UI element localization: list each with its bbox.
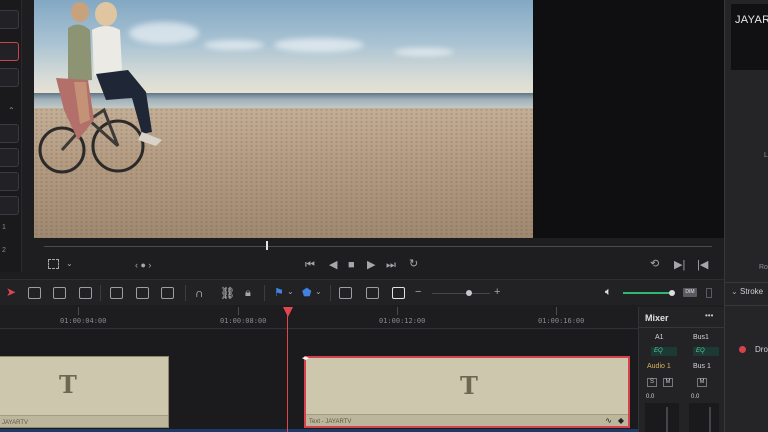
- scrubber-playhead[interactable]: [266, 241, 268, 250]
- keyframe-dot-icon[interactable]: [739, 346, 746, 353]
- timecode-label: 01:00:16:00: [538, 317, 585, 325]
- inspector-l-label: L: [764, 152, 768, 159]
- strip-button-active[interactable]: [0, 42, 19, 61]
- zoom-out-icon[interactable]: −: [415, 286, 421, 298]
- scrubber-track[interactable]: [44, 246, 712, 247]
- zoom-slider-handle[interactable]: [466, 290, 472, 296]
- speaker-icon[interactable]: 🔈︎: [605, 286, 612, 298]
- drop-shadow-label: Dro: [755, 345, 768, 354]
- skip-start-icon[interactable]: ⏮: [305, 259, 315, 271]
- linked-selection-icon[interactable]: ⛓: [220, 287, 235, 299]
- strip-button[interactable]: [0, 172, 19, 191]
- timecode-label: 01:00:12:00: [379, 317, 426, 325]
- cyclists-figure: [38, 2, 162, 174]
- eq-button-bus1[interactable]: EQ: [693, 347, 719, 356]
- solo-button[interactable]: S: [647, 378, 657, 387]
- viewer-layout-icon[interactable]: [48, 259, 59, 269]
- strip-button[interactable]: [0, 10, 19, 29]
- mute-button-bus1[interactable]: M: [697, 378, 707, 387]
- marker-chevron-icon[interactable]: ⌄: [315, 286, 322, 298]
- collapse-up-icon[interactable]: ⌃: [8, 106, 15, 115]
- fader-bus1[interactable]: [689, 403, 719, 432]
- text-clip-icon: T: [59, 370, 77, 399]
- lock-icon[interactable]: 🔒︎: [245, 287, 251, 299]
- reverse-icon[interactable]: ◀: [329, 259, 337, 271]
- timeline-tracks[interactable]: T JAYARTV T Text - JAYARTV ∿ ◆ ◂▸: [0, 330, 638, 432]
- selection-arrow-icon[interactable]: ➤: [6, 286, 16, 298]
- replace-clip-icon[interactable]: [161, 287, 174, 299]
- skip-end-icon[interactable]: ⏭: [386, 259, 396, 271]
- next-edit-icon[interactable]: ▶|: [674, 259, 685, 271]
- video-viewer[interactable]: [34, 0, 533, 238]
- mixer-title: Mixer: [645, 313, 669, 323]
- channel-a1-label: A1: [655, 334, 664, 341]
- zoom-custom-icon[interactable]: [392, 287, 405, 299]
- dynamic-trim-icon[interactable]: [53, 287, 66, 299]
- trim-mode-icon[interactable]: [28, 287, 41, 299]
- meter-icon[interactable]: [706, 288, 712, 298]
- preview-title-text: JAYAR: [735, 14, 768, 26]
- blade-tool-icon[interactable]: [79, 287, 92, 299]
- mixer-menu-icon[interactable]: •••: [705, 311, 713, 320]
- strip-button[interactable]: [0, 68, 19, 87]
- clip-handle-icon[interactable]: ◂▸: [302, 354, 309, 362]
- track-number-2: 2: [2, 247, 6, 254]
- volume-slider-handle[interactable]: [669, 290, 675, 296]
- stop-icon[interactable]: ■: [348, 259, 355, 271]
- transport-bar: ⌄ ‹ ● › ⏮ ◀ ■ ▶ ⏭ ↻ ⟲ ▶| |◀: [22, 252, 724, 278]
- eq-button-a1[interactable]: EQ: [651, 347, 677, 356]
- collapse-chevron-icon[interactable]: ⌄: [731, 287, 738, 296]
- track-number-1: 1: [2, 224, 6, 231]
- clip-name: Text - JAYARTV: [309, 419, 352, 425]
- inspector-panel: JAYAR L Ro ⌄ Stroke Dro: [724, 0, 768, 432]
- volume-slider-fill[interactable]: [623, 292, 673, 294]
- zoom-detail-icon[interactable]: [366, 287, 379, 299]
- curve-icon[interactable]: ∿: [605, 416, 612, 425]
- loop-icon[interactable]: ↻: [409, 258, 418, 270]
- zoom-in-icon[interactable]: +: [494, 286, 500, 298]
- timecode-label: 01:00:04:00: [60, 317, 107, 325]
- title-preview: JAYAR: [731, 4, 768, 70]
- viewer-blank-area: [533, 0, 724, 238]
- mute-button-a1[interactable]: M: [663, 378, 673, 387]
- bus-track-label: Bus 1: [693, 363, 711, 370]
- timeline-playhead-line[interactable]: [287, 310, 288, 432]
- level-readout-bus1: 0.0: [691, 394, 700, 400]
- text-clip-icon: T: [460, 371, 478, 400]
- timecode-label: 01:00:08:00: [220, 317, 267, 325]
- play-icon[interactable]: ▶: [367, 259, 375, 271]
- keyframe-diamond-icon[interactable]: ◆: [618, 416, 624, 425]
- insert-clip-icon[interactable]: [110, 287, 123, 299]
- chevron-down-icon[interactable]: ⌄: [66, 258, 73, 270]
- clip-name: JAYARTV: [2, 420, 29, 426]
- mixer-panel: Mixer ••• A1 Bus1 EQ EQ Audio 1 Bus 1 S …: [638, 307, 725, 432]
- inspector-ro-label: Ro: [759, 264, 768, 271]
- text-clip[interactable]: T JAYARTV: [0, 356, 169, 428]
- last-frame-icon[interactable]: |◀: [697, 259, 708, 271]
- text-clip-selected[interactable]: T Text - JAYARTV ∿ ◆: [304, 356, 630, 428]
- snapping-magnet-icon[interactable]: ∩: [195, 287, 204, 299]
- fader-a1[interactable]: [645, 403, 679, 432]
- stroke-section-label[interactable]: Stroke: [740, 287, 763, 296]
- match-frame-icon[interactable]: ⟲: [650, 258, 659, 270]
- flag-icon[interactable]: ⚑: [274, 287, 284, 299]
- left-tool-strip: ⌃ 1 2: [0, 0, 22, 272]
- zoom-full-icon[interactable]: [339, 287, 352, 299]
- timeline-ruler[interactable]: 01:00:04:00 01:00:08:00 01:00:12:00 01:0…: [0, 305, 638, 329]
- channel-bus1-label: Bus1: [693, 334, 709, 341]
- timeline-toolbar: ➤ ∩ ⛓ 🔒︎ ⚑ ⌄ ⬟ ⌄ − + 🔈︎ DIM: [0, 279, 724, 305]
- marker-icon[interactable]: ⬟: [302, 287, 312, 299]
- clip-nav[interactable]: ‹ ● ›: [135, 259, 151, 271]
- audio-track-label: Audio 1: [647, 363, 671, 370]
- level-readout-a1: 0.0: [646, 394, 655, 400]
- overwrite-clip-icon[interactable]: [136, 287, 149, 299]
- flag-chevron-icon[interactable]: ⌄: [287, 286, 294, 298]
- strip-button[interactable]: [0, 196, 19, 215]
- timeline-playhead-handle[interactable]: [283, 307, 293, 317]
- dim-button[interactable]: DIM: [683, 288, 697, 297]
- zoom-slider-track[interactable]: [432, 293, 490, 294]
- strip-button[interactable]: [0, 124, 19, 143]
- strip-button[interactable]: [0, 148, 19, 167]
